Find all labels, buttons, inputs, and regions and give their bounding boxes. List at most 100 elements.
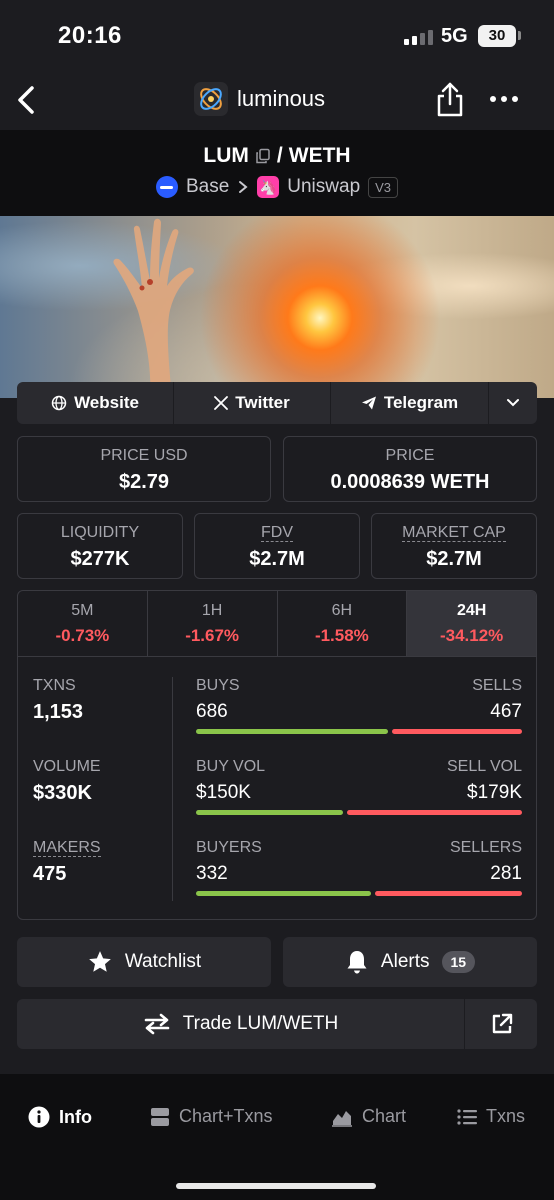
token-name: luminous	[237, 86, 326, 111]
sell-vol-value: $179K	[467, 782, 522, 803]
watchlist-label: Watchlist	[124, 951, 202, 972]
tab-5m[interactable]: 5M -0.73%	[18, 591, 148, 656]
tab-1h[interactable]: 1H -1.67%	[148, 591, 278, 656]
fdv-card[interactable]: FDV $2.7M	[194, 513, 360, 579]
buyers-sellers-row: BUYERS SELLERS 332 281	[196, 839, 522, 896]
twitter-label: Twitter	[235, 393, 290, 412]
volume-stat: VOLUME $330K	[33, 758, 101, 805]
external-link-icon	[492, 1013, 512, 1034]
share-button[interactable]	[434, 80, 466, 118]
price-usd-label: PRICE USD	[100, 447, 188, 464]
volume-split-row: BUY VOL SELL VOL $150K $179K	[196, 758, 522, 815]
dex-name[interactable]: Uniswap	[287, 176, 360, 198]
buy-vol-label: BUY VOL	[196, 758, 266, 775]
tab-info[interactable]: Info	[28, 1106, 92, 1128]
tab-chart-txns[interactable]: Chart+Txns	[150, 1106, 273, 1127]
buyers-bar-fill	[196, 891, 371, 896]
chevron-down-icon	[507, 399, 519, 407]
base-chain-icon	[155, 176, 178, 198]
buyers-sellers-bar	[196, 891, 522, 896]
back-button[interactable]	[10, 80, 46, 120]
bottom-tab-bar: Info Chart+Txns Chart Txns	[0, 1074, 554, 1200]
watchlist-button[interactable]: Watchlist	[17, 937, 271, 987]
tab-chart-txns-label: Chart+Txns	[179, 1106, 273, 1126]
more-links-dropdown[interactable]	[489, 382, 537, 424]
trade-bar: Trade LUM/WETH	[17, 999, 537, 1049]
dex-version-badge: V3	[368, 176, 399, 198]
sellers-value: 281	[490, 863, 522, 884]
tab-6h[interactable]: 6H -1.58%	[278, 591, 408, 656]
signal-icon	[404, 30, 433, 45]
sells-bar-fill	[392, 729, 522, 734]
buy-vol-value: $150K	[196, 782, 251, 803]
price-native-value: 0.0008639 WETH	[330, 471, 490, 493]
hand-illustration	[113, 218, 194, 398]
sellers-label: SELLERS	[449, 839, 522, 856]
pair-title: LUM / WETH	[0, 144, 554, 168]
home-indicator	[176, 1183, 376, 1189]
alerts-count-badge: 15	[441, 951, 476, 973]
alerts-button[interactable]: Alerts 15	[283, 937, 537, 987]
buy-vol-bar-fill	[196, 810, 343, 815]
token-brand: luminous	[194, 82, 325, 116]
buys-bar-fill	[196, 729, 388, 734]
sellers-bar-fill	[375, 891, 522, 896]
tab-info-label: Info	[59, 1106, 92, 1127]
battery-cap	[518, 31, 521, 40]
token-banner-image	[0, 216, 554, 398]
telegram-link-button[interactable]: Telegram	[331, 382, 489, 424]
buyers-value: 332	[196, 863, 228, 884]
tab-1h-change: -1.67%	[185, 626, 240, 645]
more-button[interactable]	[488, 88, 520, 110]
liquidity-card: LIQUIDITY $277K	[17, 513, 183, 579]
txns-value: 1,153	[33, 701, 84, 723]
tab-6h-change: -1.58%	[314, 626, 369, 645]
swap-arrows-icon	[144, 1013, 170, 1035]
trade-button[interactable]: Trade LUM/WETH	[17, 999, 465, 1049]
buys-sells-row: BUYS SELLS 686 467	[196, 677, 522, 734]
sell-vol-label: SELL VOL	[446, 758, 522, 775]
market-cap-label: MARKET CAP	[402, 524, 506, 542]
market-cap-value: $2.7M	[426, 548, 482, 570]
sells-value: 467	[490, 701, 522, 722]
chain-name[interactable]: Base	[186, 176, 229, 198]
makers-stat[interactable]: MAKERS 475	[33, 839, 101, 886]
volume-split-bar	[196, 810, 522, 815]
token-logo-icon	[194, 82, 228, 116]
telegram-label: Telegram	[383, 393, 459, 412]
chevron-left-icon	[18, 86, 34, 114]
price-native-label: PRICE	[385, 447, 435, 464]
tab-txns-label: Txns	[486, 1106, 526, 1126]
twitter-link-button[interactable]: Twitter	[174, 382, 331, 424]
tab-chart[interactable]: Chart	[331, 1106, 406, 1127]
market-cap-card[interactable]: MARKET CAP $2.7M	[371, 513, 537, 579]
website-link-button[interactable]: Website	[17, 382, 174, 424]
globe-icon	[51, 395, 67, 411]
fdv-value: $2.7M	[249, 548, 305, 570]
bell-icon	[347, 951, 367, 974]
tab-chart-label: Chart	[362, 1106, 407, 1126]
copy-icon[interactable]	[255, 148, 271, 164]
price-native-card: PRICE 0.0008639 WETH	[283, 436, 537, 502]
sells-label: SELLS	[472, 677, 522, 694]
open-external-button[interactable]	[466, 999, 537, 1049]
price-usd-card: PRICE USD $2.79	[17, 436, 271, 502]
trading-stats-panel: 5M -0.73% 1H -1.67% 6H -1.58% 24H -34.12…	[17, 590, 537, 920]
volume-label: VOLUME	[33, 758, 101, 775]
pair-header: LUM / WETH Base 🦄 Uniswap V3	[0, 130, 554, 216]
makers-label: MAKERS	[33, 839, 101, 857]
share-icon	[437, 82, 463, 117]
tab-txns[interactable]: Txns	[457, 1106, 525, 1127]
top-nav: luminous	[0, 70, 554, 130]
buys-label: BUYS	[196, 677, 240, 694]
stats-divider	[172, 677, 173, 901]
base-token: LUM	[203, 144, 249, 167]
tab-5m-change: -0.73%	[55, 626, 110, 645]
tab-24h-change: -34.12%	[439, 626, 504, 645]
star-icon	[88, 951, 111, 972]
alerts-label: Alerts	[380, 951, 430, 972]
social-links-bar: Website Twitter Telegram	[17, 382, 537, 424]
fdv-label: FDV	[261, 524, 293, 542]
tab-24h[interactable]: 24H -34.12%	[407, 591, 536, 656]
pair-separator: /	[276, 144, 283, 167]
